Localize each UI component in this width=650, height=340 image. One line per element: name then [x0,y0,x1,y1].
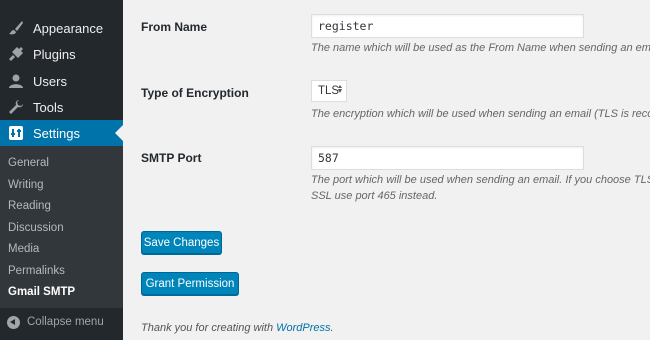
menu-item-label: Plugins [33,46,76,62]
menu-item-label: Tools [33,99,64,115]
submenu-item-general[interactable]: General [8,157,49,169]
select-arrows-icon [337,85,342,93]
from-name-description: The name which will be used as the From … [311,42,650,54]
admin-sidebar: Appearance Plugins Users Tools Settings … [0,0,123,340]
menu-item-plugins[interactable]: Plugins [0,41,123,67]
smtp-port-description-line-1: The port which will be used when sending… [311,174,650,186]
submenu-item-discussion[interactable]: Discussion [8,222,64,234]
encryption-select-value: TLS [318,85,340,97]
wrench-icon [6,97,26,117]
smtp-port-label: SMTP Port [141,151,202,165]
menu-item-settings[interactable]: Settings [0,120,123,146]
user-icon [6,71,26,91]
submenu-item-media[interactable]: Media [8,243,39,255]
smtp-port-description-line-2: SSL use port 465 instead. [311,190,438,202]
menu-item-appearance[interactable]: Appearance [0,15,123,41]
collapse-menu-label: Collapse menu [27,316,104,328]
menu-item-label: Settings [33,125,80,141]
footer-end: . [330,322,334,334]
encryption-description: The encryption which will be used when s… [311,108,650,120]
collapse-menu-button[interactable]: Collapse menu [0,309,123,335]
smtp-port-input[interactable]: 587 [311,146,584,170]
plugin-icon [6,44,26,64]
wordpress-link[interactable]: WordPress [276,322,330,334]
collapse-arrow-icon [7,315,20,329]
save-changes-button[interactable]: Save Changes [141,231,222,254]
from-name-input[interactable]: register [311,14,584,38]
submenu-item-gmail-smtp[interactable]: Gmail SMTP [8,286,75,298]
from-name-label: From Name [141,20,208,34]
menu-item-users[interactable]: Users [0,68,123,94]
footer-text: Thank you for creating with [141,322,274,334]
encryption-select[interactable]: TLS [311,80,347,102]
menu-item-label: Appearance [33,20,104,36]
active-indicator [115,125,123,141]
grant-permission-button[interactable]: Grant Permission [141,272,239,295]
settings-icon [6,123,26,143]
settings-submenu: General Writing Reading Discussion Media… [0,146,123,308]
paintbrush-icon [6,18,26,38]
encryption-label: Type of Encryption [141,86,249,100]
submenu-item-reading[interactable]: Reading [8,200,51,212]
menu-item-tools[interactable]: Tools [0,94,123,120]
footer-thankyou: Thank you for creating with WordPress. [141,322,334,334]
submenu-item-writing[interactable]: Writing [8,179,44,191]
submenu-item-permalinks[interactable]: Permalinks [8,265,65,277]
menu-item-label: Users [33,73,67,89]
